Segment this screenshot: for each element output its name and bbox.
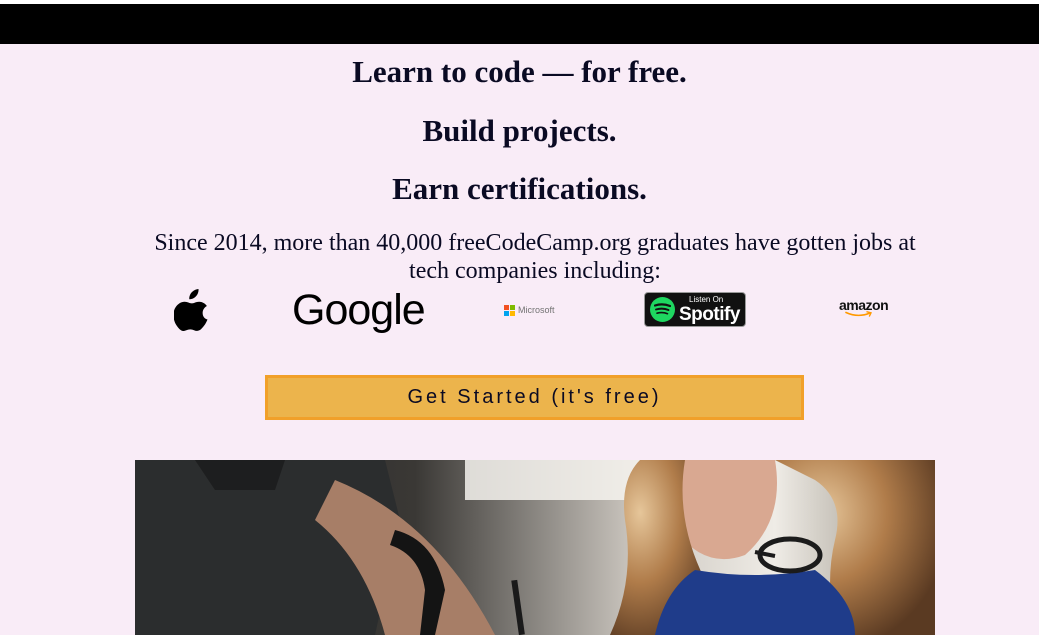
get-started-button[interactable]: Get Started (it's free) bbox=[265, 375, 804, 420]
page: Learn to code — for free. Build projects… bbox=[0, 0, 1039, 635]
hero-image bbox=[135, 460, 935, 635]
spotify-icon bbox=[650, 297, 675, 322]
headline-learn: Learn to code — for free. bbox=[352, 54, 687, 89]
microsoft-grid-icon bbox=[504, 304, 515, 316]
tagline: Since 2014, more than 40,000 freeCodeCam… bbox=[154, 230, 916, 284]
headline-build: Build projects. bbox=[422, 113, 617, 148]
navbar bbox=[0, 4, 1039, 44]
headline-earn: Earn certifications. bbox=[392, 171, 647, 206]
hero-photo bbox=[135, 460, 935, 635]
spotify-wordmark: Spotify bbox=[679, 304, 740, 325]
amazon-smile-icon bbox=[845, 311, 872, 317]
amazon-wordmark: amazon bbox=[839, 297, 889, 313]
amazon-logo: amazon bbox=[839, 298, 889, 320]
microsoft-wordmark: Microsoft bbox=[518, 305, 555, 315]
apple-icon bbox=[173, 289, 210, 332]
spotify-listen-on: Listen On bbox=[689, 295, 724, 304]
google-logo: Google bbox=[292, 286, 426, 334]
spotify-badge: Listen On Spotify bbox=[644, 292, 746, 327]
microsoft-logo: Microsoft bbox=[504, 304, 555, 316]
company-logos: Google Microsoft Listen On Spotify amazo… bbox=[0, 286, 1039, 336]
